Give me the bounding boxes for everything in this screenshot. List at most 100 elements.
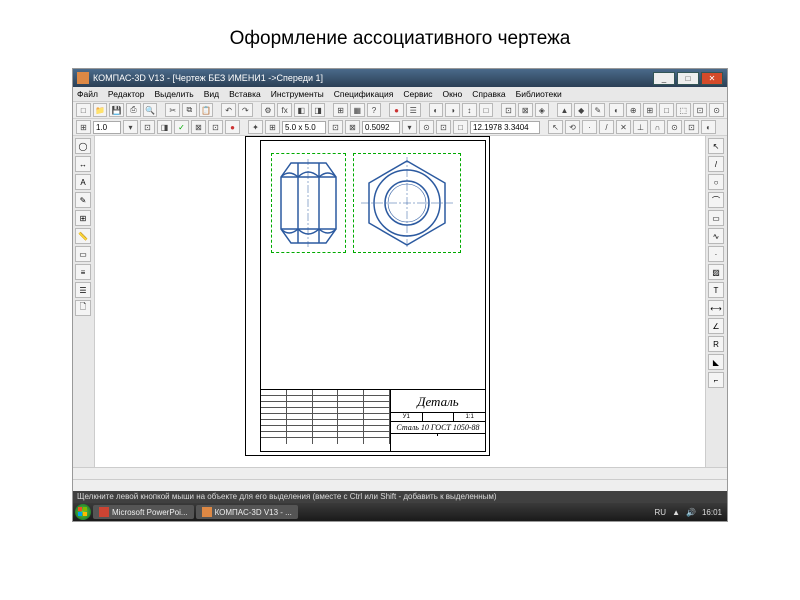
tool-icon[interactable]: ⊡: [684, 120, 699, 134]
undo-button[interactable]: ↶: [221, 103, 236, 117]
tool-icon[interactable]: ⊕: [626, 103, 641, 117]
tool-icon[interactable]: ▲: [557, 103, 572, 117]
fillet-icon[interactable]: ⌐: [708, 372, 724, 388]
tool-icon[interactable]: ✎: [591, 103, 606, 117]
report-icon[interactable]: ☰: [75, 282, 91, 298]
print-button[interactable]: ⎙: [126, 103, 141, 117]
xy-field[interactable]: 12.1978 3.3404: [470, 121, 540, 134]
tool-icon[interactable]: ◐: [609, 103, 624, 117]
tool-icon[interactable]: ⊡: [328, 120, 343, 134]
paste-button[interactable]: 📋: [199, 103, 214, 117]
coords-field[interactable]: 5.0 x 5.0: [282, 121, 326, 134]
tool-icon[interactable]: ⊞: [333, 103, 348, 117]
chamfer-icon[interactable]: ◣: [708, 354, 724, 370]
tray-icon[interactable]: ▲: [672, 508, 680, 517]
tool-icon[interactable]: ⊡: [140, 120, 155, 134]
tool-icon[interactable]: ▾: [123, 120, 138, 134]
measure-icon[interactable]: 📏: [75, 228, 91, 244]
tool-icon[interactable]: ⊥: [633, 120, 648, 134]
tool-icon[interactable]: ◧: [294, 103, 309, 117]
task-kompas[interactable]: КОМПАС-3D V13 - ...: [196, 505, 298, 519]
spline-icon[interactable]: ∿: [708, 228, 724, 244]
tool-icon[interactable]: ✦: [248, 120, 263, 134]
tool-icon[interactable]: ⊞: [643, 103, 658, 117]
cursor-icon[interactable]: ↖: [708, 138, 724, 154]
tool-icon[interactable]: ⊙: [709, 103, 724, 117]
tool-icon[interactable]: ▾: [402, 120, 417, 134]
tool-icon[interactable]: ⊞: [265, 120, 280, 134]
drawing-canvas[interactable]: Деталь У1 1:1 Сталь 10 ГОСТ 1050-88: [95, 136, 705, 467]
tool-icon[interactable]: □: [659, 103, 674, 117]
tool-icon[interactable]: □: [453, 120, 468, 134]
tool-icon[interactable]: ⊡: [693, 103, 708, 117]
tool-icon[interactable]: ◑: [445, 103, 460, 117]
tool-icon[interactable]: □: [479, 103, 494, 117]
tool-icon[interactable]: ☰: [406, 103, 421, 117]
spec-icon[interactable]: ≡: [75, 264, 91, 280]
menu-select[interactable]: Выделить: [155, 89, 194, 99]
tool-icon[interactable]: /: [599, 120, 614, 134]
maximize-button[interactable]: □: [677, 72, 699, 85]
redo-button[interactable]: ↷: [238, 103, 253, 117]
open-button[interactable]: 📁: [93, 103, 108, 117]
param-icon[interactable]: ⊞: [75, 210, 91, 226]
view-icon[interactable]: 🗋: [75, 300, 91, 316]
menu-libraries[interactable]: Библиотеки: [516, 89, 562, 99]
text-icon[interactable]: T: [708, 282, 724, 298]
point-icon[interactable]: ·: [708, 246, 724, 262]
close-button[interactable]: ✕: [701, 72, 723, 85]
tray-icon[interactable]: 🔊: [686, 508, 696, 517]
start-button[interactable]: [75, 504, 91, 520]
scale-field[interactable]: 0.5092: [362, 121, 400, 134]
geometry-icon[interactable]: ◯: [75, 138, 91, 154]
tool-icon[interactable]: ⊠: [345, 120, 360, 134]
tool-icon[interactable]: ⊡: [208, 120, 223, 134]
menu-file[interactable]: Файл: [77, 89, 98, 99]
tool-icon[interactable]: ·: [582, 120, 597, 134]
tool-icon[interactable]: ●: [389, 103, 404, 117]
menu-editor[interactable]: Редактор: [108, 89, 145, 99]
tool-icon[interactable]: ◆: [574, 103, 589, 117]
copy-button[interactable]: ⧉: [182, 103, 197, 117]
tool-icon[interactable]: ⊞: [76, 120, 91, 134]
tool-icon[interactable]: ↖: [548, 120, 563, 134]
menu-view[interactable]: Вид: [204, 89, 219, 99]
tool-icon[interactable]: ⊠: [518, 103, 533, 117]
angle-icon[interactable]: ∠: [708, 318, 724, 334]
save-button[interactable]: 💾: [109, 103, 124, 117]
tool-icon[interactable]: ◐: [429, 103, 444, 117]
task-powerpoint[interactable]: Microsoft PowerPoi...: [93, 505, 194, 519]
menu-service[interactable]: Сервис: [403, 89, 432, 99]
menu-insert[interactable]: Вставка: [229, 89, 261, 99]
menu-window[interactable]: Окно: [443, 89, 463, 99]
lang-indicator[interactable]: RU: [655, 508, 667, 517]
tool-icon[interactable]: ⊡: [436, 120, 451, 134]
tool-icon[interactable]: ◨: [311, 103, 326, 117]
tool-icon[interactable]: fx: [277, 103, 292, 117]
tool-icon[interactable]: ⊙: [667, 120, 682, 134]
tool-icon[interactable]: ⟲: [565, 120, 580, 134]
system-tray[interactable]: RU ▲ 🔊 16:01: [655, 508, 725, 517]
tool-icon[interactable]: ⊡: [501, 103, 516, 117]
new-button[interactable]: □: [76, 103, 91, 117]
menu-spec[interactable]: Спецификация: [334, 89, 394, 99]
dim-icon[interactable]: ⟷: [708, 300, 724, 316]
symbol-icon[interactable]: A: [75, 174, 91, 190]
tool-icon[interactable]: ◈: [535, 103, 550, 117]
tool-icon[interactable]: ↕: [462, 103, 477, 117]
radius-icon[interactable]: R: [708, 336, 724, 352]
tool-icon[interactable]: ⚙: [261, 103, 276, 117]
menu-help[interactable]: Справка: [472, 89, 505, 99]
tool-icon[interactable]: ⊙: [419, 120, 434, 134]
dimension-icon[interactable]: ↔: [75, 156, 91, 172]
clock[interactable]: 16:01: [702, 508, 722, 517]
line-icon[interactable]: /: [708, 156, 724, 172]
preview-button[interactable]: 🔍: [143, 103, 158, 117]
arc-icon[interactable]: ⌒: [708, 192, 724, 208]
minimize-button[interactable]: _: [653, 72, 675, 85]
tool-icon[interactable]: ✓: [174, 120, 189, 134]
rect-icon[interactable]: ▭: [708, 210, 724, 226]
tool-icon[interactable]: ●: [225, 120, 240, 134]
tool-icon[interactable]: ?: [367, 103, 382, 117]
zoom-field[interactable]: 1.0: [93, 121, 121, 134]
